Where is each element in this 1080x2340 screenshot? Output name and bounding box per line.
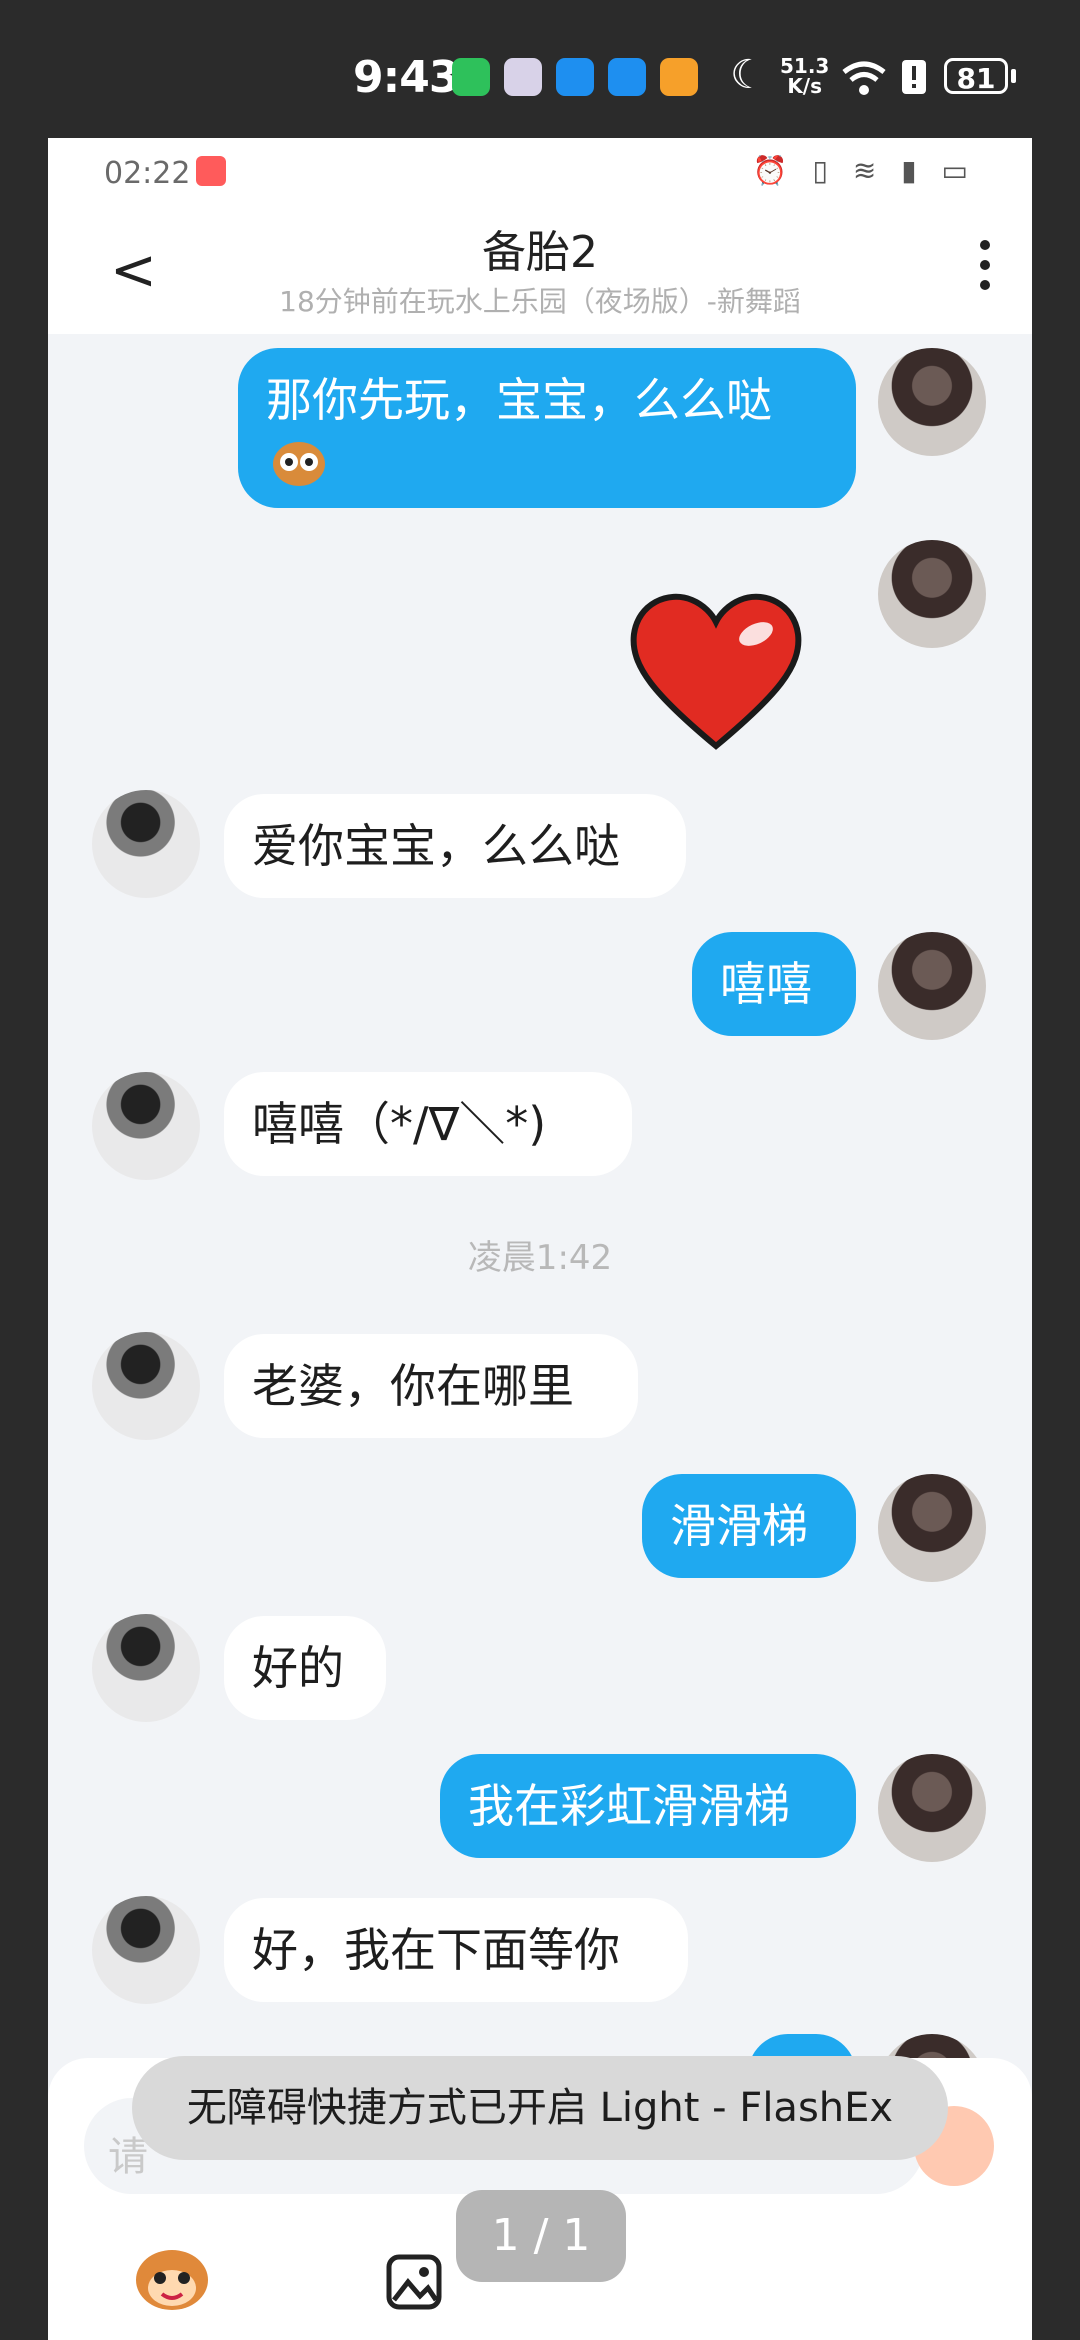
network-speed: 51.3 K/s xyxy=(780,56,829,96)
message-text: 好，我在下面等你 xyxy=(252,1923,620,1977)
message-bubble-me[interactable]: 那你先玩，宝宝，么么哒 xyxy=(238,348,856,508)
accessibility-toast: 无障碍快捷方式已开启 Light - FlashEx xyxy=(132,2056,948,2160)
wechat-icon xyxy=(452,58,490,96)
avatar[interactable] xyxy=(878,540,986,648)
message-text: 嘻嘻（*/∇＼*) xyxy=(252,1097,547,1151)
outer-status-bar: 9:43 ☾ 51.3 K/s 81 xyxy=(0,0,1080,140)
message-bubble-me[interactable]: 嘻嘻 xyxy=(692,932,856,1036)
avatar[interactable] xyxy=(92,1614,200,1722)
wifi-icon xyxy=(842,61,886,95)
app-icon xyxy=(196,156,226,186)
moon-icon: ☾ xyxy=(730,52,766,98)
cloud-icon xyxy=(556,58,594,96)
app-icon xyxy=(504,58,542,96)
message-text: 老婆，你在哪里 xyxy=(252,1359,574,1413)
app-icon xyxy=(660,58,698,96)
more-menu-icon[interactable] xyxy=(980,240,992,300)
message-text: 爱你宝宝，么么哒 xyxy=(252,819,620,873)
image-button-icon[interactable] xyxy=(386,2254,442,2310)
monkey-emoji-icon xyxy=(273,442,325,486)
message-bubble-them[interactable]: 爱你宝宝，么么哒 xyxy=(224,794,686,898)
chat-subtitle: 18分钟前在玩水上乐园（夜场版）-新舞蹈 xyxy=(279,285,801,318)
message-bubble-them[interactable]: 嘻嘻（*/∇＼*) xyxy=(224,1072,632,1176)
message-bubble-them[interactable]: 老婆，你在哪里 xyxy=(224,1334,638,1438)
alert-icon xyxy=(902,60,926,94)
avatar[interactable] xyxy=(92,1072,200,1180)
chat-screen: 02:22 ⏰ ▯ ≋ ▮ ▭ < 备胎2 18分钟前在玩水上乐园（夜场版）-新… xyxy=(48,138,1032,2340)
timestamp: 凌晨1:42 xyxy=(467,1238,613,1278)
message-bubble-me[interactable]: 我在彩虹滑滑梯 xyxy=(440,1754,856,1858)
emoji-button-icon[interactable] xyxy=(132,2242,212,2314)
outer-clock: 9:43 xyxy=(353,52,459,103)
message-bubble-me[interactable]: 滑滑梯 xyxy=(642,1474,856,1578)
avatar[interactable] xyxy=(92,1896,200,2004)
inner-clock: 02:22 xyxy=(104,156,191,191)
avatar[interactable] xyxy=(92,1332,200,1440)
cloud-icon xyxy=(608,58,646,96)
inner-status-bar: 02:22 ⏰ ▯ ≋ ▮ ▭ xyxy=(48,138,1032,208)
message-text: 滑滑梯 xyxy=(670,1499,808,1553)
avatar[interactable] xyxy=(878,348,986,456)
speed-value: 51.3 xyxy=(780,54,830,78)
avatar[interactable] xyxy=(878,1754,986,1862)
message-text: 好的 xyxy=(252,1641,344,1695)
chat-header: < 备胎2 18分钟前在玩水上乐园（夜场版）-新舞蹈 xyxy=(48,208,1032,334)
battery-indicator: 81 xyxy=(944,58,1008,95)
message-bubble-them[interactable]: 好的 xyxy=(224,1616,386,1720)
chat-title: 备胎2 xyxy=(482,227,598,278)
heart-sticker-icon[interactable] xyxy=(626,586,806,756)
avatar[interactable] xyxy=(92,790,200,898)
status-icons: ⏰ ▯ ≋ ▮ ▭ xyxy=(752,154,976,187)
page-indicator: 1 / 1 xyxy=(456,2190,626,2282)
avatar[interactable] xyxy=(878,932,986,1040)
speed-unit: K/s xyxy=(787,74,823,98)
message-text: 那你先玩，宝宝，么么哒 xyxy=(266,373,772,427)
message-text: 嘻嘻 xyxy=(720,957,812,1011)
message-text: 我在彩虹滑滑梯 xyxy=(468,1779,790,1833)
avatar[interactable] xyxy=(878,1474,986,1582)
message-bubble-them[interactable]: 好，我在下面等你 xyxy=(224,1898,688,2002)
battery-cap xyxy=(1011,69,1016,83)
